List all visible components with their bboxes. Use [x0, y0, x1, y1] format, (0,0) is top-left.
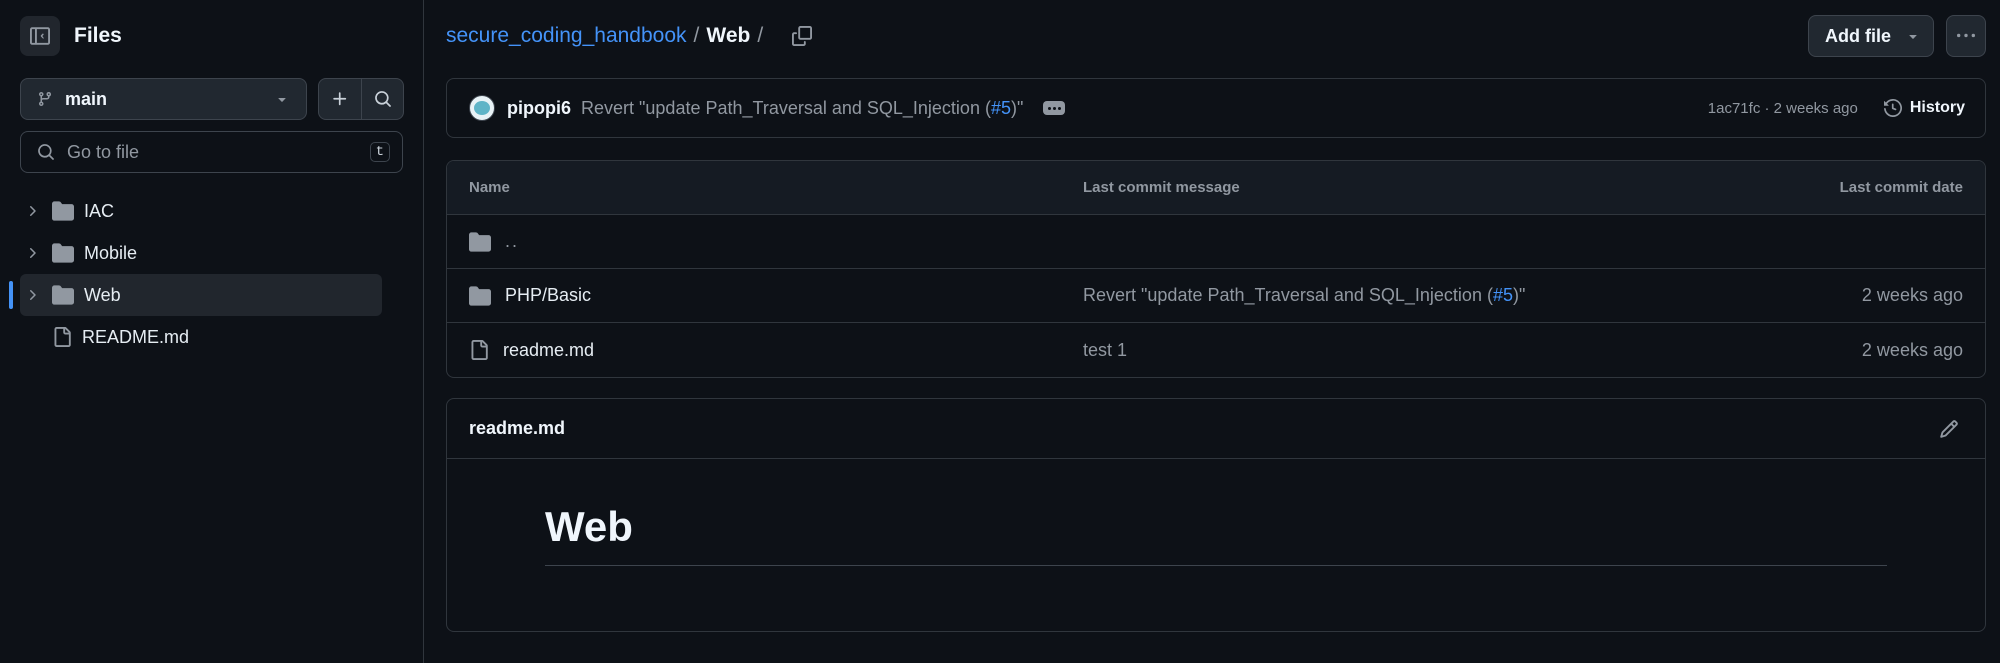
triangle-down-icon: [274, 91, 290, 107]
commit-message-text: Revert "update Path_Traversal and SQL_In…: [581, 97, 991, 118]
commit-message-text: )": [1512, 285, 1526, 305]
latest-commit-bar: pipopi6 Revert "update Path_Traversal an…: [446, 78, 1986, 138]
history-label: History: [1909, 99, 1965, 116]
column-header-name: Name: [469, 179, 510, 196]
breadcrumb: secure_coding_handbook / Web /: [446, 22, 816, 50]
git-branch-icon: [37, 91, 53, 107]
more-options-button[interactable]: [1946, 15, 1986, 57]
edit-readme-button[interactable]: [1935, 415, 1963, 443]
files-table-header: Name Last commit message Last commit dat…: [447, 161, 1985, 215]
folder-icon: [52, 284, 74, 306]
chevron-right-icon[interactable]: [20, 245, 44, 261]
chevron-right-icon[interactable]: [20, 287, 44, 303]
history-icon: [1883, 99, 1902, 117]
go-to-file-field[interactable]: t: [20, 131, 403, 173]
branch-selector[interactable]: main: [20, 78, 307, 120]
breadcrumb-repo-link[interactable]: secure_coding_handbook: [446, 24, 687, 48]
files-table: Name Last commit message Last commit dat…: [446, 160, 1986, 378]
sidebar-header: Files: [20, 16, 122, 56]
tree-item-mobile[interactable]: Mobile: [20, 232, 382, 274]
copy-path-button[interactable]: [788, 22, 816, 50]
copy-icon: [792, 26, 813, 46]
keyboard-shortcut-hint: t: [369, 142, 390, 162]
sidebar-title: Files: [74, 24, 122, 47]
plus-icon: [331, 90, 349, 108]
file-tree: IAC Mobile Web README.md: [9, 190, 382, 358]
tree-item-readme[interactable]: README.md: [20, 316, 382, 358]
readme-header: readme.md: [447, 399, 1985, 459]
sidebar-collapse-icon: [30, 26, 50, 46]
readme-title[interactable]: readme.md: [469, 418, 1935, 439]
file-icon: [52, 327, 72, 347]
file-icon: [469, 340, 489, 360]
breadcrumb-separator: /: [757, 24, 764, 47]
commit-message-link[interactable]: Revert "update Path_Traversal and SQL_In…: [1083, 285, 1862, 306]
kebab-horizontal-icon: [1957, 27, 1975, 45]
commit-author[interactable]: pipopi6: [507, 98, 571, 119]
commit-message-text: )": [1010, 97, 1024, 118]
search-icon: [374, 90, 392, 108]
breadcrumb-current: Web: [706, 24, 751, 47]
pr-link[interactable]: #5: [991, 98, 1011, 118]
tree-item-iac[interactable]: IAC: [20, 190, 382, 232]
search-icon: [37, 143, 55, 161]
breadcrumb-separator: /: [693, 24, 700, 47]
parent-directory-link[interactable]: ..: [505, 231, 519, 252]
tree-item-web[interactable]: Web: [9, 274, 382, 316]
file-name-link[interactable]: PHP/Basic: [505, 285, 591, 306]
commit-message-text: test 1: [1083, 339, 1128, 360]
commit-message[interactable]: Revert "update Path_Traversal and SQL_In…: [581, 98, 1023, 119]
add-file-label: Add file: [1825, 25, 1891, 46]
folder-icon: [52, 242, 74, 264]
add-file-button[interactable]: Add file: [1808, 15, 1934, 57]
table-row[interactable]: PHP/Basic Revert "update Path_Traversal …: [447, 269, 1985, 323]
pr-link[interactable]: #5: [1493, 285, 1513, 305]
add-file-tree-button[interactable]: [319, 79, 361, 119]
table-row[interactable]: readme.md test 1 2 weeks ago: [447, 323, 1985, 377]
folder-icon: [469, 231, 491, 253]
table-row-parent[interactable]: ..: [447, 215, 1985, 269]
commit-sha-time[interactable]: 1ac71fc · 2 weeks ago: [1708, 100, 1858, 117]
column-header-message: Last commit message: [1083, 179, 1240, 196]
commit-date: 2 weeks ago: [1861, 285, 1963, 305]
commit-message-link[interactable]: test 1: [1083, 340, 1862, 361]
readme-content: Web: [447, 459, 1985, 566]
tree-item-label: README.md: [82, 326, 190, 347]
chevron-right-icon[interactable]: [20, 203, 44, 219]
collapse-sidebar-button[interactable]: [20, 16, 60, 56]
avatar[interactable]: [469, 95, 495, 121]
column-header-date: Last commit date: [1839, 179, 1963, 196]
tree-item-label: Mobile: [84, 242, 138, 263]
readme-panel: readme.md Web: [446, 398, 1986, 632]
commit-message-text: Revert "update Path_Traversal and SQL_In…: [1083, 285, 1493, 305]
folder-icon: [469, 285, 491, 307]
expand-commit-ellipsis-icon[interactable]: [1043, 101, 1066, 115]
branch-row: main: [20, 78, 404, 120]
tree-item-label: IAC: [84, 200, 115, 221]
folder-icon: [52, 200, 74, 222]
history-button[interactable]: History: [1880, 99, 1969, 117]
file-tree-sidebar: Files main Go to file t IAC Mobile Web R…: [0, 0, 424, 663]
readme-heading: Web: [545, 503, 1887, 566]
file-name-link[interactable]: readme.md: [503, 340, 594, 361]
branch-name: main: [65, 88, 108, 109]
pencil-icon: [1939, 419, 1959, 439]
tree-actions-group: [318, 78, 404, 120]
tree-item-label: Web: [84, 284, 121, 305]
search-tree-button[interactable]: [361, 79, 403, 119]
commit-date: 2 weeks ago: [1861, 339, 1963, 360]
go-to-file-input[interactable]: [67, 141, 370, 163]
triangle-down-icon: [1905, 28, 1921, 44]
